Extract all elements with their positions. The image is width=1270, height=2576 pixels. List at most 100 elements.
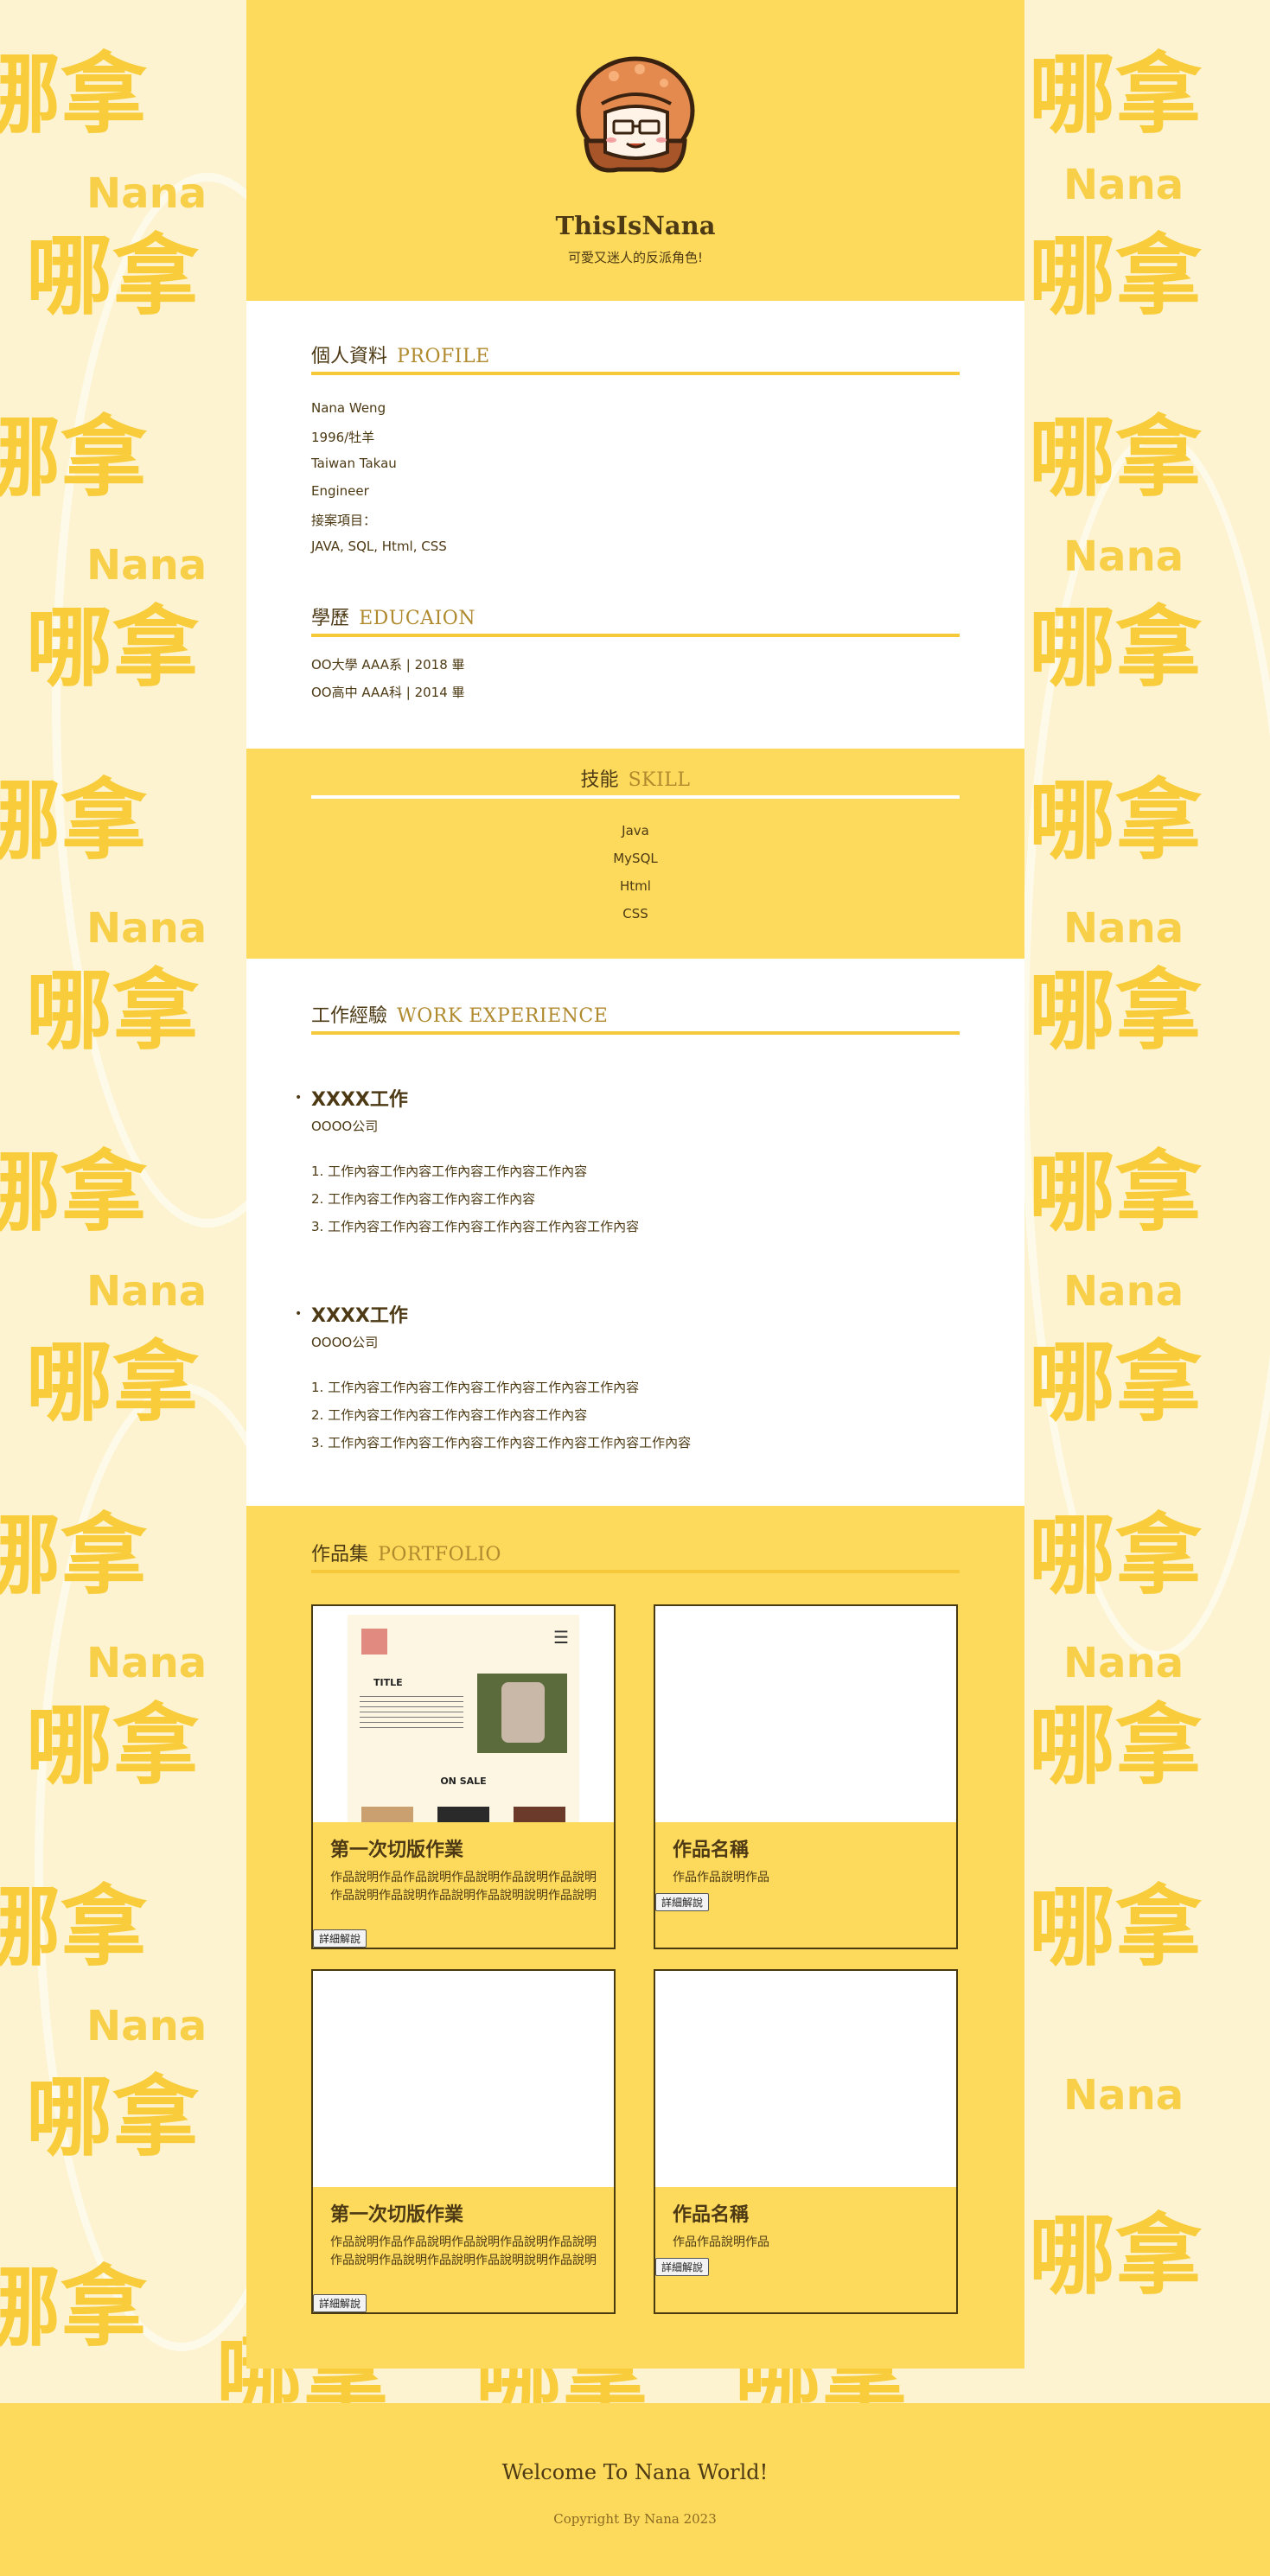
skill-section: 技能 SKILL Java MySQL Html CSS <box>246 749 1024 959</box>
education-line: OO高中 AAA科 | 2014 畢 <box>311 685 465 700</box>
section-title-work: 工作經驗 WORK EXPERIENCE <box>311 1000 960 1035</box>
background-pattern-text: 哪拿 <box>1029 44 1202 145</box>
card-description: 作品說明作品作品說明作品說明作品說明作品說明作品說明作品說明作品說明作品說明說明… <box>330 2235 597 2267</box>
background-pattern-text: 哪拿 <box>0 1877 147 1978</box>
job-title: XXXX工作 <box>311 1305 408 1327</box>
job-duty: 2. 工作內容工作內容工作內容工作內容工作內容 <box>311 1407 588 1423</box>
main-content: ThisIsNana 可愛又迷人的反派角色! 個人資料 PROFILE Nana… <box>246 0 1024 2369</box>
portfolio-thumbnail: ☰ TITLE ON SALE <box>313 1606 614 1822</box>
skill-item: CSS <box>622 906 648 921</box>
background-pattern-text: Nana <box>1063 2071 1184 2120</box>
job-company: OOOO公司 <box>311 1335 379 1350</box>
details-button[interactable]: 詳細解說 <box>313 1929 367 1948</box>
section-title-zh: 技能 <box>580 769 619 791</box>
background-pattern-text: 哪拿 <box>26 597 199 698</box>
background-pattern-text: 哪拿 <box>1029 770 1202 871</box>
background-pattern-text: Nana <box>1063 904 1184 953</box>
portfolio-card[interactable]: ☰ TITLE ON SALE 第一次切版作業 作品說明作品作品說明作品說明作品… <box>311 1604 616 1949</box>
background-pattern-text: 哪拿 <box>1029 1142 1202 1243</box>
background-pattern-text: 哪拿 <box>0 770 147 871</box>
portfolio-thumbnail <box>313 1971 614 2187</box>
bullet-icon: • <box>295 1307 303 1321</box>
job-title: XXXX工作 <box>311 1089 408 1111</box>
footer-welcome: Welcome To Nana World! <box>501 2460 769 2484</box>
mockup-product <box>437 1807 489 1822</box>
card-title: 作品名稱 <box>673 1840 750 1861</box>
footer-copyright: Copyright By Nana 2023 <box>553 2511 717 2527</box>
card-title: 作品名稱 <box>673 2204 750 2226</box>
background-pattern-text: Nana <box>86 1267 207 1316</box>
mockup-photo <box>477 1674 567 1753</box>
details-button[interactable]: 詳細解說 <box>655 2258 710 2276</box>
background-pattern-text: Nana <box>1063 1639 1184 1687</box>
card-description: 作品作品說明作品 <box>673 1871 769 1884</box>
profile-line: Nana Weng <box>311 400 386 416</box>
section-title-education: 學歷 EDUCAION <box>311 603 960 637</box>
background-pattern-text: 哪拿 <box>1029 597 1202 698</box>
background-pattern-text: 哪拿 <box>1029 1695 1202 1796</box>
logo-icon <box>361 1629 387 1655</box>
background-pattern-text: 哪拿 <box>1029 2205 1202 2306</box>
job-company: OOOO公司 <box>311 1119 379 1134</box>
mockup-product <box>514 1807 565 1822</box>
background-pattern-text: 哪拿 <box>0 44 147 145</box>
card-description: 作品作品說明作品 <box>673 2235 769 2249</box>
background-pattern-text: 哪拿 <box>26 226 199 327</box>
card-title: 第一次切版作業 <box>330 2204 464 2226</box>
job-duty: 3. 工作內容工作內容工作內容工作內容工作內容工作內容 <box>311 1219 640 1234</box>
section-title-zh: 工作經驗 <box>311 1005 388 1027</box>
section-title-zh: 個人資料 <box>311 346 388 367</box>
details-button[interactable]: 詳細解說 <box>313 2294 367 2312</box>
website-mockup-image: ☰ TITLE ON SALE <box>348 1615 579 1822</box>
section-title-portfolio: 作品集 PORTFOLIO <box>311 1539 960 1573</box>
skill-item: Html <box>620 878 651 894</box>
profile-line: JAVA, SQL, Html, CSS <box>311 539 447 554</box>
background-pattern-text: 哪拿 <box>1029 226 1202 327</box>
card-description: 作品說明作品作品說明作品說明作品說明作品說明作品說明作品說明作品說明作品說明說明… <box>330 1871 597 1903</box>
background-pattern-text: 哪拿 <box>26 1695 199 1796</box>
background-pattern-text: Nana <box>86 1639 207 1687</box>
background-pattern-text: Nana <box>86 541 207 590</box>
portfolio-thumbnail <box>655 1606 956 1822</box>
background-pattern-text: Nana <box>86 169 207 218</box>
site-header: ThisIsNana 可愛又迷人的反派角色! <box>246 0 1024 301</box>
portfolio-card[interactable]: 作品名稱 作品作品說明作品 詳細解說 <box>654 1969 958 2314</box>
section-title-skill: 技能 SKILL <box>311 764 960 799</box>
background-pattern-text: Nana <box>1063 1267 1184 1316</box>
site-title: ThisIsNana <box>555 211 716 240</box>
background-pattern-text: 哪拿 <box>26 2067 199 2168</box>
section-title-en: PORTFOLIO <box>378 1544 501 1565</box>
profile-line: Engineer <box>311 483 369 499</box>
job-duty: 1. 工作內容工作內容工作內容工作內容工作內容 <box>311 1164 588 1179</box>
job-duty: 2. 工作內容工作內容工作內容工作內容 <box>311 1191 536 1207</box>
profile-line: Taiwan Takau <box>311 456 397 471</box>
background-pattern-text: 哪拿 <box>0 407 147 508</box>
details-button[interactable]: 詳細解說 <box>655 1893 710 1911</box>
section-title-profile: 個人資料 PROFILE <box>311 341 960 375</box>
section-title-en: WORK EXPERIENCE <box>397 1005 609 1027</box>
job-duty: 1. 工作內容工作內容工作內容工作內容工作內容工作內容 <box>311 1380 640 1395</box>
background-pattern-text: Nana <box>1063 532 1184 581</box>
mockup-text-block <box>360 1694 463 1732</box>
background-pattern-text: Nana <box>1063 161 1184 209</box>
background-pattern-text: 哪拿 <box>1029 1332 1202 1433</box>
job-duty: 3. 工作內容工作內容工作內容工作內容工作內容工作內容工作內容 <box>311 1435 692 1451</box>
background-pattern-text: Nana <box>86 904 207 953</box>
background-pattern-text: 哪拿 <box>0 2257 147 2358</box>
profile-line: 1996/牡羊 <box>311 430 375 445</box>
background-pattern-text: Nana <box>86 2002 207 2050</box>
site-subtitle: 可愛又迷人的反派角色! <box>567 250 703 265</box>
mockup-title: TITLE <box>373 1677 403 1688</box>
section-title-en: PROFILE <box>397 346 490 367</box>
education-line: OO大學 AAA系 | 2018 畢 <box>311 657 465 673</box>
background-pattern-text: 哪拿 <box>1029 1877 1202 1978</box>
portfolio-card[interactable]: 第一次切版作業 作品說明作品作品說明作品說明作品說明作品說明作品說明作品說明作品… <box>311 1969 616 2314</box>
section-title-zh: 作品集 <box>311 1544 369 1565</box>
section-title-zh: 學歷 <box>311 608 350 629</box>
skill-item: Java <box>622 823 649 838</box>
portfolio-thumbnail <box>655 1971 956 2187</box>
portfolio-card[interactable]: 作品名稱 作品作品說明作品 詳細解說 <box>654 1604 958 1949</box>
background-pattern-text: 哪拿 <box>1029 960 1202 1062</box>
section-title-en: SKILL <box>628 769 691 791</box>
section-title-en: EDUCAION <box>359 608 476 629</box>
